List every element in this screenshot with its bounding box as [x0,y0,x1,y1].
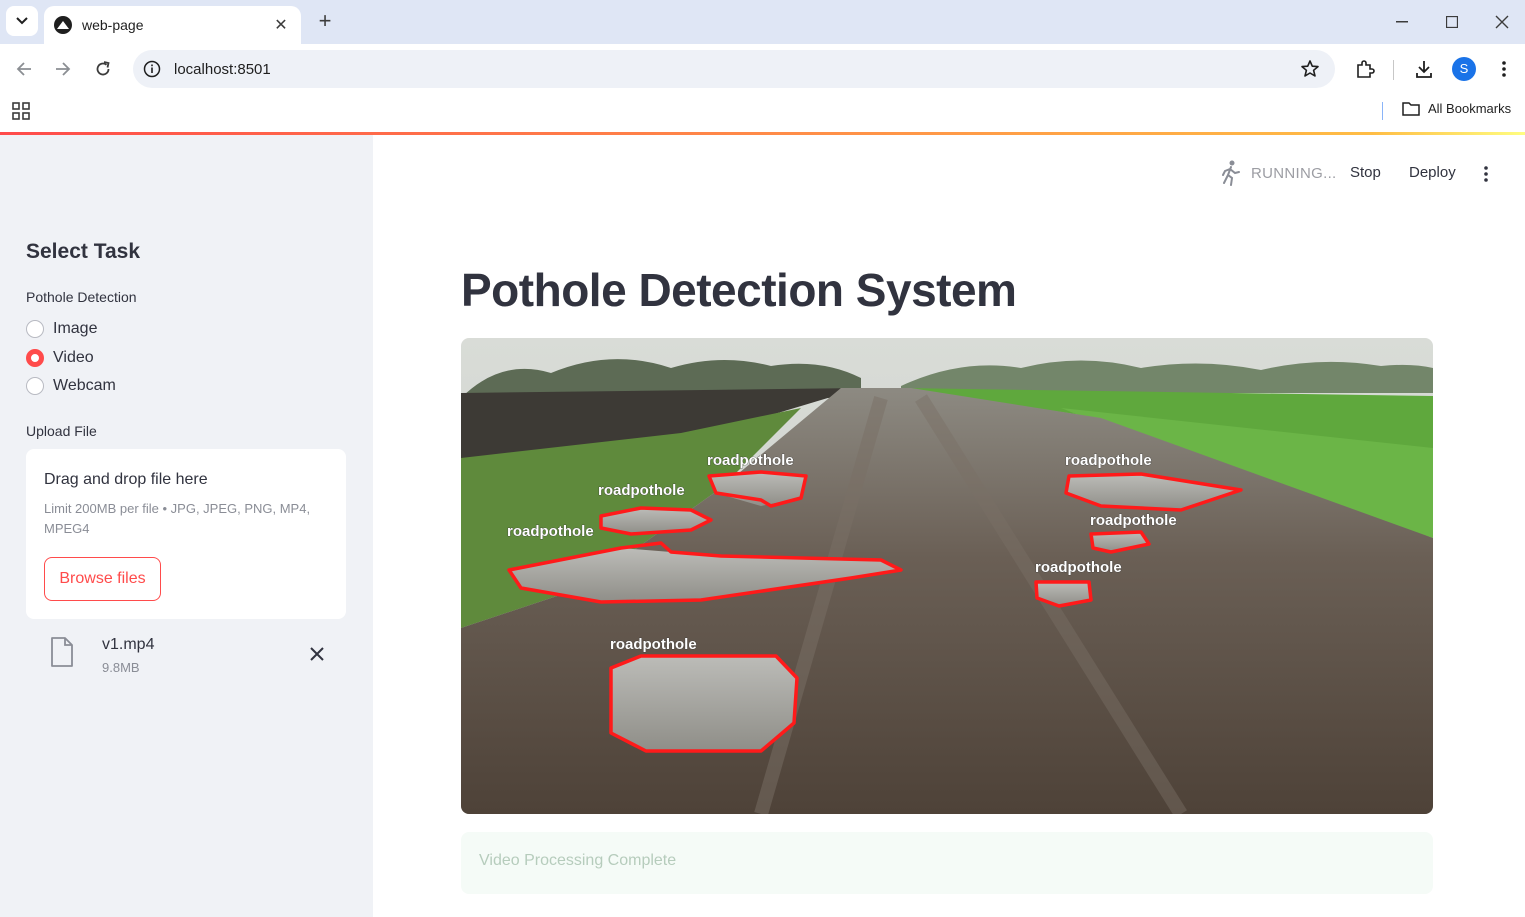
profile-avatar[interactable]: S [1452,57,1476,81]
radio-option-label: Video [53,349,94,366]
browser-tab[interactable]: web-page ✕ [44,6,301,44]
file-name: v1.mp4 [102,636,155,653]
running-status-text: RUNNING... [1251,164,1337,182]
radio-option-video[interactable]: Video [26,349,94,367]
stop-button[interactable]: Stop [1350,164,1381,181]
close-window-icon[interactable] [1487,8,1517,36]
detection-label: roadpothole [598,482,685,499]
pothole-road-image: roadpothole roadpothole roadpothole road… [461,338,1433,814]
running-man-icon [1222,160,1240,186]
folder-icon [1402,102,1420,116]
maximize-icon[interactable] [1437,8,1467,36]
running-status: RUNNING... [1219,160,1337,186]
sidebar: Select Task Pothole Detection Image Vide… [0,135,373,917]
success-message: Video Processing Complete [479,852,677,869]
detection-label: roadpothole [610,636,697,653]
file-icon [50,637,74,672]
extensions-icon[interactable] [1352,56,1378,82]
tab-title: web-page [82,17,144,33]
bookmarks-bar: All Bookmarks [0,94,1525,132]
reload-icon[interactable] [90,56,116,82]
browse-files-button[interactable]: Browse files [44,557,161,601]
chevron-down-icon [16,17,28,25]
main-content: RUNNING... Stop Deploy Pothole Detection… [373,135,1525,917]
browser-tab-bar: web-page ✕ + [0,0,1525,44]
all-bookmarks-button[interactable]: All Bookmarks [1402,101,1511,116]
detection-label: roadpothole [1090,512,1177,529]
browser-toolbar: localhost:8501 S [0,44,1525,94]
video-frame: roadpothole roadpothole roadpothole road… [461,338,1433,814]
file-dropzone[interactable]: Drag and drop file here Limit 200MB per … [26,449,346,619]
task-radio-label: Pothole Detection [26,289,137,305]
streamlit-favicon-icon [54,16,72,34]
url-text[interactable]: localhost:8501 [174,61,1299,78]
main-menu-icon[interactable] [1476,163,1496,185]
close-tab-icon[interactable]: ✕ [271,15,291,35]
radio-button-unchecked[interactable] [26,377,44,395]
forward-arrow-icon[interactable] [50,56,76,82]
upload-label: Upload File [26,423,97,439]
apps-grid-icon[interactable] [12,102,30,120]
address-bar[interactable]: localhost:8501 [133,50,1335,88]
uploaded-file-item: v1.mp4 9.8MB [26,629,346,679]
detection-label: roadpothole [707,452,794,469]
minimize-icon[interactable] [1387,8,1417,36]
all-bookmarks-label: All Bookmarks [1428,101,1512,116]
site-info-icon[interactable] [142,59,162,79]
deploy-button[interactable]: Deploy [1409,164,1456,181]
radio-option-image[interactable]: Image [26,320,97,338]
detection-label: roadpothole [1065,452,1152,469]
download-icon[interactable] [1411,56,1437,82]
bookmarks-divider [1382,102,1383,120]
browser-menu-icon[interactable] [1491,56,1517,82]
sidebar-heading: Select Task [26,240,141,263]
radio-button-unchecked[interactable] [26,320,44,338]
radio-option-webcam[interactable]: Webcam [26,377,116,395]
detection-label: roadpothole [1035,559,1122,576]
tab-search-button[interactable] [6,6,38,36]
dropzone-title: Drag and drop file here [44,471,208,488]
page-title: Pothole Detection System [461,264,1017,316]
dropzone-limit-text: Limit 200MB per file • JPG, JPEG, PNG, M… [44,501,311,536]
radio-option-label: Webcam [53,377,116,394]
success-alert: Video Processing Complete [461,832,1433,894]
radio-option-label: Image [53,320,98,337]
detection-label: roadpothole [507,523,594,540]
radio-button-checked[interactable] [26,349,44,367]
back-arrow-icon[interactable] [11,56,37,82]
file-size: 9.8MB [102,660,140,675]
new-tab-button[interactable]: + [312,9,338,35]
toolbar-divider [1393,60,1394,80]
remove-file-icon[interactable] [307,644,327,664]
bookmark-star-icon[interactable] [1299,58,1321,80]
